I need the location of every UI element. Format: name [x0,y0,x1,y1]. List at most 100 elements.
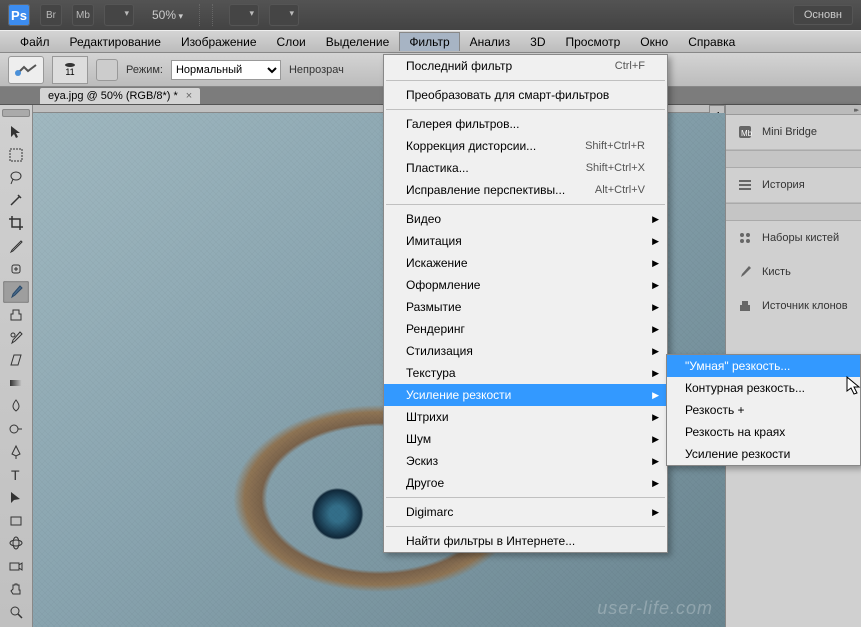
zoom-level-display[interactable]: 50% [152,8,183,22]
menu-редактирование[interactable]: Редактирование [60,32,171,52]
mini-bridge-launch-button[interactable]: Mb [72,4,94,26]
application-titlebar: Ps Br Mb 50% Основн [0,0,861,30]
brush-preset-picker[interactable]: 11 [52,56,88,84]
menu-item[interactable]: Последний фильтрCtrl+F [384,55,667,77]
submenu-arrow-icon: ▶ [652,507,659,518]
bridge-launch-button[interactable]: Br [40,4,62,26]
brush-tool[interactable] [3,281,29,303]
menu-shortcut: Alt+Ctrl+V [595,184,645,196]
hand-tool[interactable] [3,578,29,600]
eraser-tool[interactable] [3,350,29,372]
lasso-tool[interactable] [3,167,29,189]
panel-tab-clone-source[interactable]: Источник клонов [726,289,861,323]
arrange-documents-selector[interactable] [229,4,259,26]
rectangle-tool[interactable] [3,510,29,532]
dodge-tool[interactable] [3,418,29,440]
menu-изображение[interactable]: Изображение [171,32,267,52]
menu-item-label: Шум [406,432,431,446]
submenu-item[interactable]: "Умная" резкость... [667,355,860,377]
menu-файл[interactable]: Файл [10,32,60,52]
tool-preset-picker[interactable] [8,56,44,84]
healing-brush-tool[interactable] [3,258,29,280]
submenu-arrow-icon: ▶ [652,324,659,335]
menu-item-label: Последний фильтр [406,59,512,73]
history-brush-tool[interactable] [3,327,29,349]
sharpen-submenu: "Умная" резкость...Контурная резкость...… [666,354,861,466]
menu-item[interactable]: Галерея фильтров... [384,113,667,135]
screen-mode-selector[interactable] [104,4,134,26]
crop-tool[interactable] [3,212,29,234]
blur-tool[interactable] [3,395,29,417]
blend-mode-label: Режим: [126,64,163,76]
menu-item[interactable]: Штрихи▶ [384,406,667,428]
menu-item[interactable]: Размытие▶ [384,296,667,318]
type-tool[interactable]: T [3,464,29,486]
mini-bridge-icon: Mb [736,123,754,141]
brush-icon [736,263,754,281]
menu-окно[interactable]: Окно [630,32,678,52]
3d-rotate-tool[interactable] [3,532,29,554]
panel-tab-brush-presets[interactable]: Наборы кистей [726,221,861,255]
submenu-arrow-icon: ▶ [652,390,659,401]
menu-item-label: Рендеринг [406,322,465,336]
menu-item[interactable]: Оформление▶ [384,274,667,296]
submenu-item[interactable]: Резкость + [667,399,860,421]
menu-item[interactable]: Рендеринг ▶ [384,318,667,340]
path-selection-tool[interactable] [3,487,29,509]
menu-item[interactable]: Digimarc▶ [384,501,667,523]
svg-text:Mb: Mb [741,129,753,138]
panel-collapse-button[interactable] [726,105,861,115]
menu-item[interactable]: Исправление перспективы...Alt+Ctrl+V [384,179,667,201]
menu-item[interactable]: Усиление резкости▶ [384,384,667,406]
menu-выделение[interactable]: Выделение [316,32,400,52]
menu-item[interactable]: Шум▶ [384,428,667,450]
menu-shortcut: Shift+Ctrl+X [586,162,645,174]
menu-анализ[interactable]: Анализ [460,32,521,52]
menu-separator [386,109,665,110]
menu-separator [386,526,665,527]
menu-слои[interactable]: Слои [267,32,316,52]
brush-panel-toggle[interactable] [96,59,118,81]
pen-tool[interactable] [3,441,29,463]
clone-stamp-tool[interactable] [3,304,29,326]
toolbox-collapse-handle[interactable] [2,109,30,117]
submenu-item[interactable]: Резкость на краях [667,421,860,443]
zoom-tool[interactable] [3,601,29,623]
menu-item[interactable]: Стилизация▶ [384,340,667,362]
menu-item-label: Штрихи [406,410,449,424]
magic-wand-tool[interactable] [3,190,29,212]
menu-справка[interactable]: Справка [678,32,745,52]
panel-tab-mini-bridge[interactable]: Mb Mini Bridge [726,115,861,150]
menu-item[interactable]: Коррекция дисторсии...Shift+Ctrl+R [384,135,667,157]
marquee-tool[interactable] [3,144,29,166]
menu-item[interactable]: Другое▶ [384,472,667,494]
menu-item[interactable]: Пластика...Shift+Ctrl+X [384,157,667,179]
main-menubar: ФайлРедактированиеИзображениеСлоиВыделен… [0,30,861,53]
menu-item[interactable]: Видео▶ [384,208,667,230]
menu-item-label: Коррекция дисторсии... [406,139,536,153]
submenu-arrow-icon: ▶ [652,258,659,269]
menu-item[interactable]: Эскиз▶ [384,450,667,472]
menu-item[interactable]: Искажение▶ [384,252,667,274]
move-tool[interactable] [3,121,29,143]
panel-tab-history[interactable]: История [726,168,861,203]
workspace-switcher-button[interactable]: Основн [793,5,853,25]
eyedropper-tool[interactable] [3,235,29,257]
extras-selector[interactable] [269,4,299,26]
gradient-tool[interactable] [3,372,29,394]
3d-camera-tool[interactable] [3,555,29,577]
submenu-arrow-icon: ▶ [652,280,659,291]
menu-item[interactable]: Текстура▶ [384,362,667,384]
blend-mode-select[interactable]: Нормальный [171,60,281,80]
submenu-item[interactable]: Контурная резкость... [667,377,860,399]
submenu-item[interactable]: Усиление резкости [667,443,860,465]
panel-tab-brush[interactable]: Кисть [726,255,861,289]
menu-просмотр[interactable]: Просмотр [555,32,630,52]
menu-3d[interactable]: 3D [520,32,555,52]
menu-фильтр[interactable]: Фильтр [399,32,459,51]
menu-item[interactable]: Имитация▶ [384,230,667,252]
close-tab-icon[interactable]: × [186,90,192,102]
document-tab[interactable]: eya.jpg @ 50% (RGB/8*) * × [40,88,200,104]
menu-item[interactable]: Найти фильтры в Интернете... [384,530,667,552]
menu-item[interactable]: Преобразовать для смарт-фильтров [384,84,667,106]
